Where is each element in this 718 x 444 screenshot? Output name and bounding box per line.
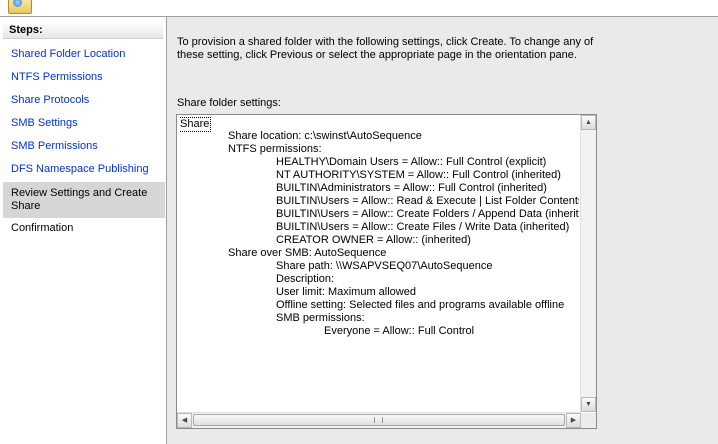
scroll-down-arrow-icon[interactable]: ▼: [581, 397, 596, 412]
settings-line: HEALTHY\Domain Users = Allow:: Full Cont…: [276, 156, 547, 168]
wizard-banner: [0, 0, 718, 17]
settings-label: Share folder settings:: [177, 97, 281, 109]
scrollbar-corner: [581, 413, 596, 428]
intro-text: To provision a shared folder with the fo…: [177, 36, 594, 61]
settings-line: Share over SMB: AutoSequence: [228, 247, 387, 259]
scroll-right-arrow-icon[interactable]: ▶: [566, 413, 581, 428]
step-dfs-namespace-publishing[interactable]: DFS Namespace Publishing: [3, 161, 165, 182]
step-shared-folder-location[interactable]: Shared Folder Location: [3, 46, 165, 67]
settings-line: BUILTIN\Users = Allow:: Create Folders /…: [276, 208, 579, 220]
step-label[interactable]: DFS Namespace Publishing: [11, 163, 159, 176]
step-smb-permissions[interactable]: SMB Permissions: [3, 138, 165, 159]
settings-line: Offline setting: Selected files and prog…: [276, 299, 565, 311]
settings-line: NTFS permissions:: [228, 143, 322, 155]
step-ntfs-permissions[interactable]: NTFS Permissions: [3, 69, 165, 90]
step-confirmation: Confirmation: [3, 220, 165, 241]
settings-textbox[interactable]: Share Share location: c:\swinst\AutoSequ…: [176, 114, 597, 429]
settings-line: BUILTIN\Users = Allow:: Create Files / W…: [276, 221, 570, 233]
steps-header-label: Steps:: [9, 24, 43, 36]
share-folder-wizard-icon: [8, 0, 32, 14]
step-label: Confirmation: [11, 222, 74, 234]
step-share-protocols[interactable]: Share Protocols: [3, 92, 165, 113]
settings-line: Share path: \\WSAPVSEQ07\AutoSequence: [276, 260, 493, 272]
settings-line: Share location: c:\swinst\AutoSequence: [228, 130, 422, 142]
step-smb-settings[interactable]: SMB Settings: [3, 115, 165, 136]
step-label[interactable]: SMB Settings: [11, 117, 159, 130]
provision-share-wizard: Steps: Shared Folder Location NTFS Permi…: [0, 0, 718, 444]
settings-text: Share Share location: c:\swinst\AutoSequ…: [179, 117, 579, 411]
step-label[interactable]: SMB Permissions: [11, 140, 159, 153]
steps-header: Steps:: [3, 21, 163, 39]
vertical-scroll-track[interactable]: [582, 131, 595, 396]
step-review-settings[interactable]: Review Settings and Create Share: [3, 182, 165, 218]
settings-line: CREATOR OWNER = Allow:: (inherited): [276, 234, 471, 246]
settings-line: BUILTIN\Administrators = Allow:: Full Co…: [276, 182, 547, 194]
steps-pane: Steps: Shared Folder Location NTFS Permi…: [0, 17, 167, 444]
scroll-left-arrow-icon[interactable]: ◀: [177, 413, 192, 428]
settings-line: NT AUTHORITY\SYSTEM = Allow:: Full Contr…: [276, 169, 561, 181]
main-pane: To provision a shared folder with the fo…: [167, 17, 718, 444]
settings-line: Share: [179, 117, 212, 132]
horizontal-scrollbar[interactable]: ◀ ▶: [177, 412, 581, 428]
step-label[interactable]: NTFS Permissions: [11, 71, 159, 84]
settings-line: Everyone = Allow:: Full Control: [324, 325, 475, 337]
step-label[interactable]: Share Protocols: [11, 94, 159, 107]
step-label[interactable]: Shared Folder Location: [11, 48, 159, 61]
settings-line: BUILTIN\Users = Allow:: Read & Execute |…: [276, 195, 579, 207]
scroll-up-arrow-icon[interactable]: ▲: [581, 115, 596, 130]
horizontal-scroll-thumb[interactable]: [193, 414, 565, 426]
settings-line: User limit: Maximum allowed: [276, 286, 416, 298]
settings-line: SMB permissions:: [276, 312, 365, 324]
settings-line: Description:: [276, 273, 335, 285]
step-label[interactable]: Review Settings and Create Share: [11, 187, 159, 213]
vertical-scrollbar[interactable]: ▲ ▼: [580, 115, 596, 412]
